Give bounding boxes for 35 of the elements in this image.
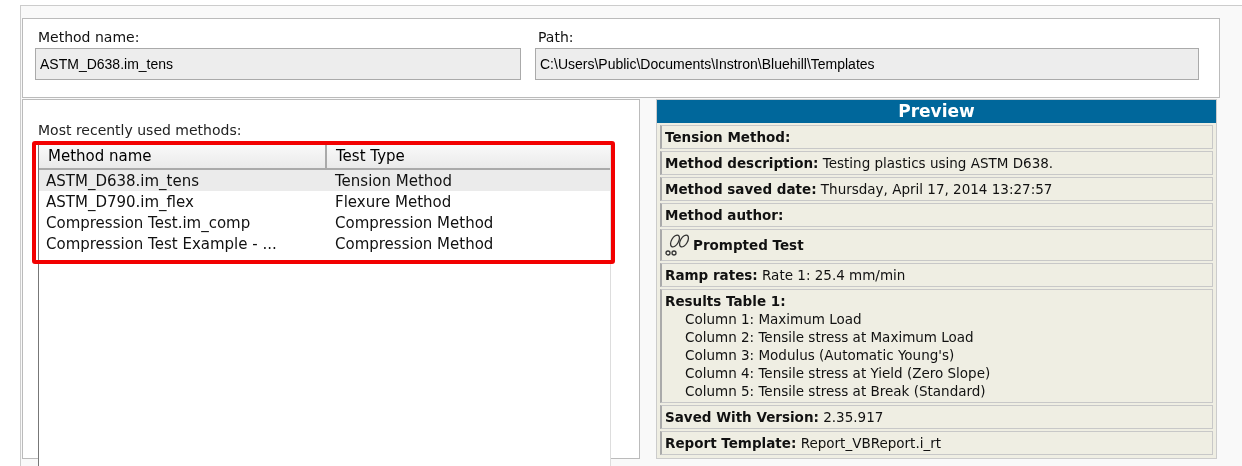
test-type-cell-text: Compression Method <box>334 234 495 253</box>
method-name-cell-text: ASTM_D790.im_flex <box>45 192 195 211</box>
list-row[interactable]: ASTM_D638.im_tens Tension Method <box>39 170 610 191</box>
column-header[interactable]: Method name <box>39 144 327 168</box>
preview-text: Method author: <box>665 207 784 223</box>
test-type-cell-text: Tension Method <box>334 171 454 190</box>
result-column-text: Column 5: Tensile stress at Break (Standard) <box>684 382 986 400</box>
list-row[interactable]: Compression Test.im_comp Compression Method <box>39 212 610 233</box>
method-name-cell-text: Compression Test Example - ... <box>45 234 278 253</box>
preview-text: Saved With Version: 2.35.917 <box>665 409 884 425</box>
field-label: Method name: <box>37 29 141 45</box>
result-column-text: Column 1: Maximum Load <box>684 310 862 328</box>
preview-text: Ramp rates: Rate 1: 25.4 mm/min <box>665 267 906 283</box>
preview-text: Method saved date: Thursday, April 17, 2014 13:27:57 <box>665 181 1053 197</box>
list-row[interactable]: Compression Test Example - ... Compression Method <box>39 233 610 254</box>
list-label: Most recently used methods: <box>38 122 242 138</box>
preview-text: Tension Method: <box>665 129 791 145</box>
preview-text: Results Table 1: <box>665 292 786 310</box>
path-field[interactable]: C:\Users\Public\Documents\Instron\Bluehill\Templates <box>535 48 1199 80</box>
test-type-cell-text: Compression Method <box>334 213 495 232</box>
column-header[interactable]: Test Type <box>327 144 610 168</box>
test-type-cell-text: Flexure Method <box>334 192 453 211</box>
preview-text: Prompted Test <box>693 237 804 253</box>
field-label: Path: <box>537 29 575 45</box>
result-column-text: Column 3: Modulus (Automatic Young's) <box>684 346 955 364</box>
preview-title: Preview <box>657 100 1216 123</box>
preview-text: Report Template: Report_VBReport.i_rt <box>665 435 942 451</box>
footprints-icon <box>665 233 691 257</box>
method-name-cell-text: Compression Test.im_comp <box>45 213 252 232</box>
result-column-text: Column 4: Tensile stress at Yield (Zero Slope) <box>684 364 991 382</box>
method-name-field[interactable]: ASTM_D638.im_tens <box>35 48 521 80</box>
result-column-text: Column 2: Tensile stress at Maximum Load <box>684 328 974 346</box>
preview-text: Method description: Testing plastics using ASTM D638. <box>665 155 1054 171</box>
list-row[interactable]: ASTM_D790.im_flex Flexure Method <box>39 191 610 212</box>
method-name-cell-text: ASTM_D638.im_tens <box>45 171 201 190</box>
